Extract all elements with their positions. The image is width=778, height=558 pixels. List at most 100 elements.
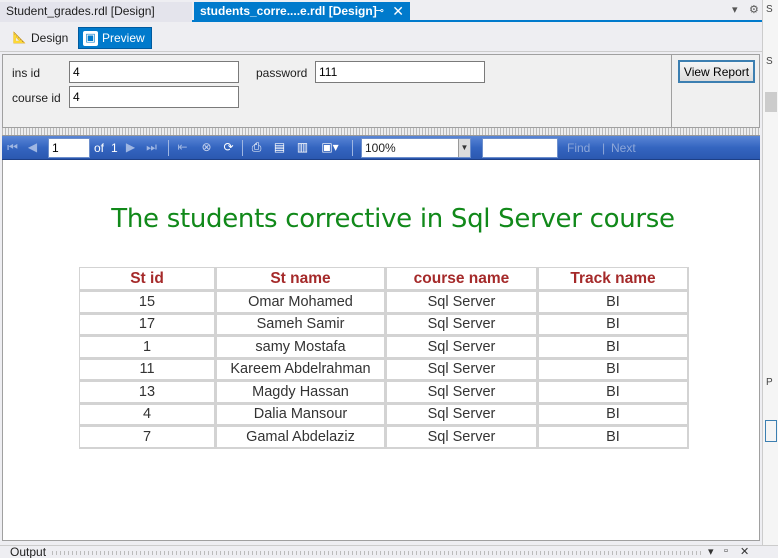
tab-label: Student_grades.rdl [Design] — [6, 4, 155, 18]
table-row: 17 Sameh Samir Sql Server BI — [79, 313, 689, 336]
close-icon[interactable]: ✕ — [740, 545, 749, 558]
print-icon[interactable]: ⎙ — [248, 139, 265, 156]
column-header-st-name: St name — [216, 267, 386, 291]
preview-label: Preview — [102, 31, 145, 45]
report-canvas: The students corrective in Sql Server co… — [2, 160, 760, 541]
parameter-pane: ins id password course id View Report — [2, 54, 760, 128]
table-row: 15 Omar Mohamed Sql Server BI — [79, 291, 689, 314]
ins-id-label: ins id — [12, 66, 41, 80]
tab-students-corrective[interactable]: students_corre....e.rdl [Design] ⊸ ✕ — [194, 2, 410, 22]
cell-course-name: Sql Server — [386, 381, 538, 404]
page-setup-icon[interactable]: ▥ — [294, 139, 311, 156]
column-header-st-id: St id — [79, 267, 216, 291]
cell-st-name: samy Mostafa — [216, 336, 386, 359]
cell-course-name: Sql Server — [386, 336, 538, 359]
stop-icon[interactable]: ⊗ — [198, 139, 215, 156]
dropdown-arrow-icon[interactable]: ▾ — [708, 545, 714, 558]
find-link[interactable]: Find — [567, 141, 590, 155]
maximize-icon[interactable]: ▫ — [724, 545, 728, 557]
cell-st-name: Omar Mohamed — [216, 291, 386, 314]
refresh-icon[interactable]: ⟳ — [220, 139, 237, 156]
chevron-down-icon[interactable]: ▼ — [458, 139, 470, 157]
export-icon[interactable]: ▣▾ — [318, 139, 342, 156]
course-id-input[interactable] — [69, 86, 239, 108]
view-report-button[interactable]: View Report — [678, 60, 755, 83]
toolbar-separator — [242, 140, 243, 156]
last-page-icon[interactable]: ⏭ — [143, 139, 160, 156]
cell-st-name: Gamal Abdelaziz — [216, 426, 386, 449]
cell-course-name: Sql Server — [386, 291, 538, 314]
output-label: Output — [10, 545, 47, 558]
print-layout-icon[interactable]: ▤ — [271, 139, 288, 156]
tab-label: students_corre....e.rdl [Design] — [200, 4, 377, 18]
column-header-track-name: Track name — [538, 267, 689, 291]
ins-id-input[interactable] — [69, 61, 239, 83]
previous-page-icon[interactable]: ◀ — [24, 139, 41, 156]
panel-fragment: P — [766, 377, 773, 388]
cell-track-name: BI — [538, 426, 689, 449]
panel-grip — [52, 551, 702, 555]
cell-st-name: Dalia Mansour — [216, 403, 386, 426]
grades-table: St id St name course name Track name 15 … — [79, 267, 689, 449]
table-row: 11 Kareem Abdelrahman Sql Server BI — [79, 358, 689, 381]
cell-track-name: BI — [538, 313, 689, 336]
cell-st-id: 7 — [79, 426, 216, 449]
cell-course-name: Sql Server — [386, 358, 538, 381]
design-tab-button[interactable]: 📐 Design — [8, 27, 74, 49]
preview-icon: ▣ — [83, 30, 98, 46]
cell-track-name: BI — [538, 403, 689, 426]
page-of-label: of — [94, 141, 105, 155]
cell-track-name: BI — [538, 381, 689, 404]
table-row: 1 samy Mostafa Sql Server BI — [79, 336, 689, 359]
course-id-label: course id — [12, 91, 61, 105]
zoom-select[interactable]: 100% ▼ — [361, 138, 471, 158]
find-next-link[interactable]: Next — [611, 141, 636, 155]
panel-button[interactable] — [765, 420, 777, 442]
find-text-input[interactable] — [482, 138, 558, 158]
close-icon[interactable]: ✕ — [392, 2, 404, 21]
panel-scroll-thumb[interactable] — [765, 92, 777, 112]
parameter-splitter[interactable] — [2, 128, 760, 136]
cell-track-name: BI — [538, 336, 689, 359]
current-page-input[interactable] — [48, 138, 90, 158]
column-header-course-name: course name — [386, 267, 538, 291]
table-row: 4 Dalia Mansour Sql Server BI — [79, 403, 689, 426]
next-page-icon[interactable]: ▶ — [122, 139, 139, 156]
cell-st-id: 4 — [79, 403, 216, 426]
preview-tab-button[interactable]: ▣ Preview — [78, 27, 152, 49]
side-panel-edge: S S P — [762, 0, 778, 545]
first-page-icon[interactable]: ⏮ — [4, 139, 21, 156]
dropdown-arrow-icon[interactable]: ▾ — [732, 3, 738, 16]
table-row: 7 Gamal Abdelaziz Sql Server BI — [79, 426, 689, 449]
password-input[interactable] — [315, 61, 485, 83]
design-ruler-icon: 📐 — [12, 31, 27, 44]
cell-st-id: 13 — [79, 381, 216, 404]
cell-course-name: Sql Server — [386, 403, 538, 426]
total-pages: 1 — [111, 141, 118, 155]
zoom-value: 100% — [365, 141, 396, 155]
table-row: 13 Magdy Hassan Sql Server BI — [79, 381, 689, 404]
cell-course-name: Sql Server — [386, 426, 538, 449]
cell-track-name: BI — [538, 291, 689, 314]
output-panel-bar[interactable]: Output ▾ ▫ ✕ — [0, 545, 778, 558]
toolbar-separator — [168, 140, 169, 156]
mode-toolbar: 📐 Design ▣ Preview — [0, 24, 762, 52]
password-label: password — [256, 66, 308, 80]
cell-st-name: Magdy Hassan — [216, 381, 386, 404]
report-viewer-toolbar: ⏮ ◀ of 1 ▶ ⏭ ⇤ ⊗ ⟳ ⎙ ▤ ▥ ▣▾ 100% ▼ Find … — [2, 136, 760, 160]
gear-icon[interactable]: ⚙ — [749, 3, 759, 16]
cell-track-name: BI — [538, 358, 689, 381]
panel-fragment: S — [766, 4, 773, 15]
report-title: The students corrective in Sql Server co… — [111, 204, 675, 234]
table-header-row: St id St name course name Track name — [79, 267, 689, 291]
tab-student-grades[interactable]: Student_grades.rdl [Design] — [0, 2, 192, 22]
pin-icon[interactable]: ⊸ — [375, 2, 384, 21]
cell-course-name: Sql Server — [386, 313, 538, 336]
document-tab-strip: Student_grades.rdl [Design] students_cor… — [0, 0, 778, 22]
cell-st-name: Kareem Abdelrahman — [216, 358, 386, 381]
cell-st-name: Sameh Samir — [216, 313, 386, 336]
design-label: Design — [31, 31, 69, 45]
back-to-parent-icon[interactable]: ⇤ — [174, 139, 191, 156]
cell-st-id: 17 — [79, 313, 216, 336]
cell-st-id: 1 — [79, 336, 216, 359]
